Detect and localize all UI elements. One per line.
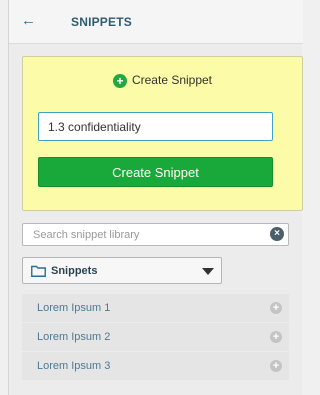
arrow-left-icon[interactable]: ← <box>21 13 37 29</box>
snippet-item-label: Lorem Ipsum 1 <box>37 302 111 314</box>
search-box: × <box>22 223 289 246</box>
add-circle-icon[interactable]: + <box>270 331 282 343</box>
snippet-item-3[interactable]: Lorem Ipsum 3 + <box>22 352 289 381</box>
search-input[interactable] <box>23 224 263 245</box>
create-snippet-heading-label: Create Snippet <box>131 73 213 87</box>
create-snippet-heading: + Create Snippet <box>23 73 302 88</box>
snippet-item-label: Lorem Ipsum 3 <box>37 360 111 372</box>
snippet-item-label: Lorem Ipsum 2 <box>37 331 111 343</box>
snippet-name-input[interactable] <box>38 112 273 141</box>
add-circle-icon[interactable]: + <box>270 302 282 314</box>
add-circle-icon[interactable]: + <box>270 360 282 372</box>
create-snippet-box: + Create Snippet Create Snippet <box>22 56 303 211</box>
panel-header: ← SNIPPETS <box>9 0 303 44</box>
snippet-list: Lorem Ipsum 1 + Lorem Ipsum 2 + Lorem Ip… <box>22 294 289 381</box>
snippet-item-2[interactable]: Lorem Ipsum 2 + <box>22 323 289 352</box>
clear-icon[interactable]: × <box>270 227 284 241</box>
plus-circle-icon: + <box>112 74 127 88</box>
folder-dropdown[interactable]: Snippets <box>22 257 222 284</box>
create-snippet-button[interactable]: Create Snippet <box>38 157 273 187</box>
folder-icon <box>31 265 46 277</box>
snippet-item-1[interactable]: Lorem Ipsum 1 + <box>22 294 289 323</box>
snippets-panel: ← SNIPPETS + Create Snippet Create Snippe… <box>8 0 303 395</box>
folder-dropdown-label: Snippets <box>51 265 98 277</box>
panel-title: SNIPPETS <box>71 15 132 29</box>
caret-down-icon <box>202 268 214 275</box>
